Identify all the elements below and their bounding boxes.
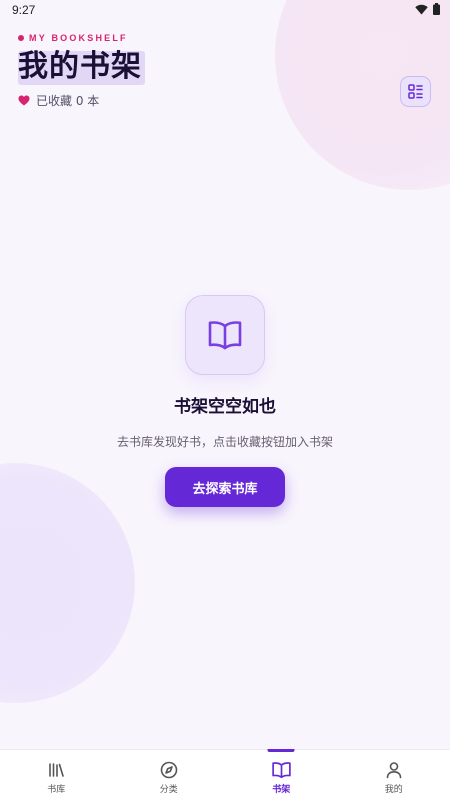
bottom-nav: 书库 分类 书架 我的 bbox=[0, 749, 450, 800]
eyebrow: MY BOOKSHELF bbox=[18, 33, 128, 43]
battery-icon bbox=[433, 3, 440, 15]
empty-state-title: 书架空空如也 bbox=[174, 397, 276, 417]
status-time: 9:27 bbox=[12, 3, 36, 17]
page-title: 我的书架 bbox=[18, 49, 142, 84]
book-open-icon bbox=[272, 761, 291, 779]
favorites-label: 已收藏 0 本 bbox=[36, 94, 100, 108]
book-open-icon bbox=[208, 320, 242, 350]
compass-icon bbox=[160, 761, 178, 779]
nav-label-bookshelf: 书架 bbox=[272, 785, 291, 795]
favorites-count: 已收藏 0 本 bbox=[18, 92, 99, 109]
nav-active-indicator bbox=[267, 749, 295, 752]
nav-item-bookshelf[interactable]: 书架 bbox=[225, 749, 338, 800]
empty-state-description: 去书库发现好书，点击收藏按钮加入书架 bbox=[116, 435, 333, 449]
nav-label-profile: 我的 bbox=[384, 785, 403, 795]
user-icon bbox=[385, 761, 403, 779]
empty-state-icon-box bbox=[185, 295, 265, 375]
status-bar: 9:27 bbox=[0, 0, 450, 22]
nav-label-category: 分类 bbox=[159, 785, 178, 795]
page-title-wrap: 我的书架 bbox=[18, 48, 145, 86]
nav-label-library: 书库 bbox=[47, 785, 66, 795]
nav-item-category[interactable]: 分类 bbox=[113, 750, 226, 800]
library-icon bbox=[47, 761, 65, 779]
explore-library-button[interactable]: 去探索书库 bbox=[165, 467, 285, 507]
eyebrow-text: MY BOOKSHELF bbox=[29, 33, 128, 43]
bookshelf-screen: 9:27 MY BOOKSHELF 我的书架 已收藏 0 本 书架空空如也 去书… bbox=[0, 0, 450, 800]
eyebrow-dot bbox=[18, 35, 24, 41]
decorative-blob-bottom bbox=[0, 463, 135, 703]
view-toggle-button[interactable] bbox=[400, 76, 431, 107]
wifi-icon bbox=[415, 4, 428, 15]
nav-item-profile[interactable]: 我的 bbox=[338, 750, 450, 800]
nav-item-library[interactable]: 书库 bbox=[0, 750, 113, 800]
heart-icon bbox=[18, 95, 30, 106]
grid-list-icon bbox=[408, 84, 423, 99]
